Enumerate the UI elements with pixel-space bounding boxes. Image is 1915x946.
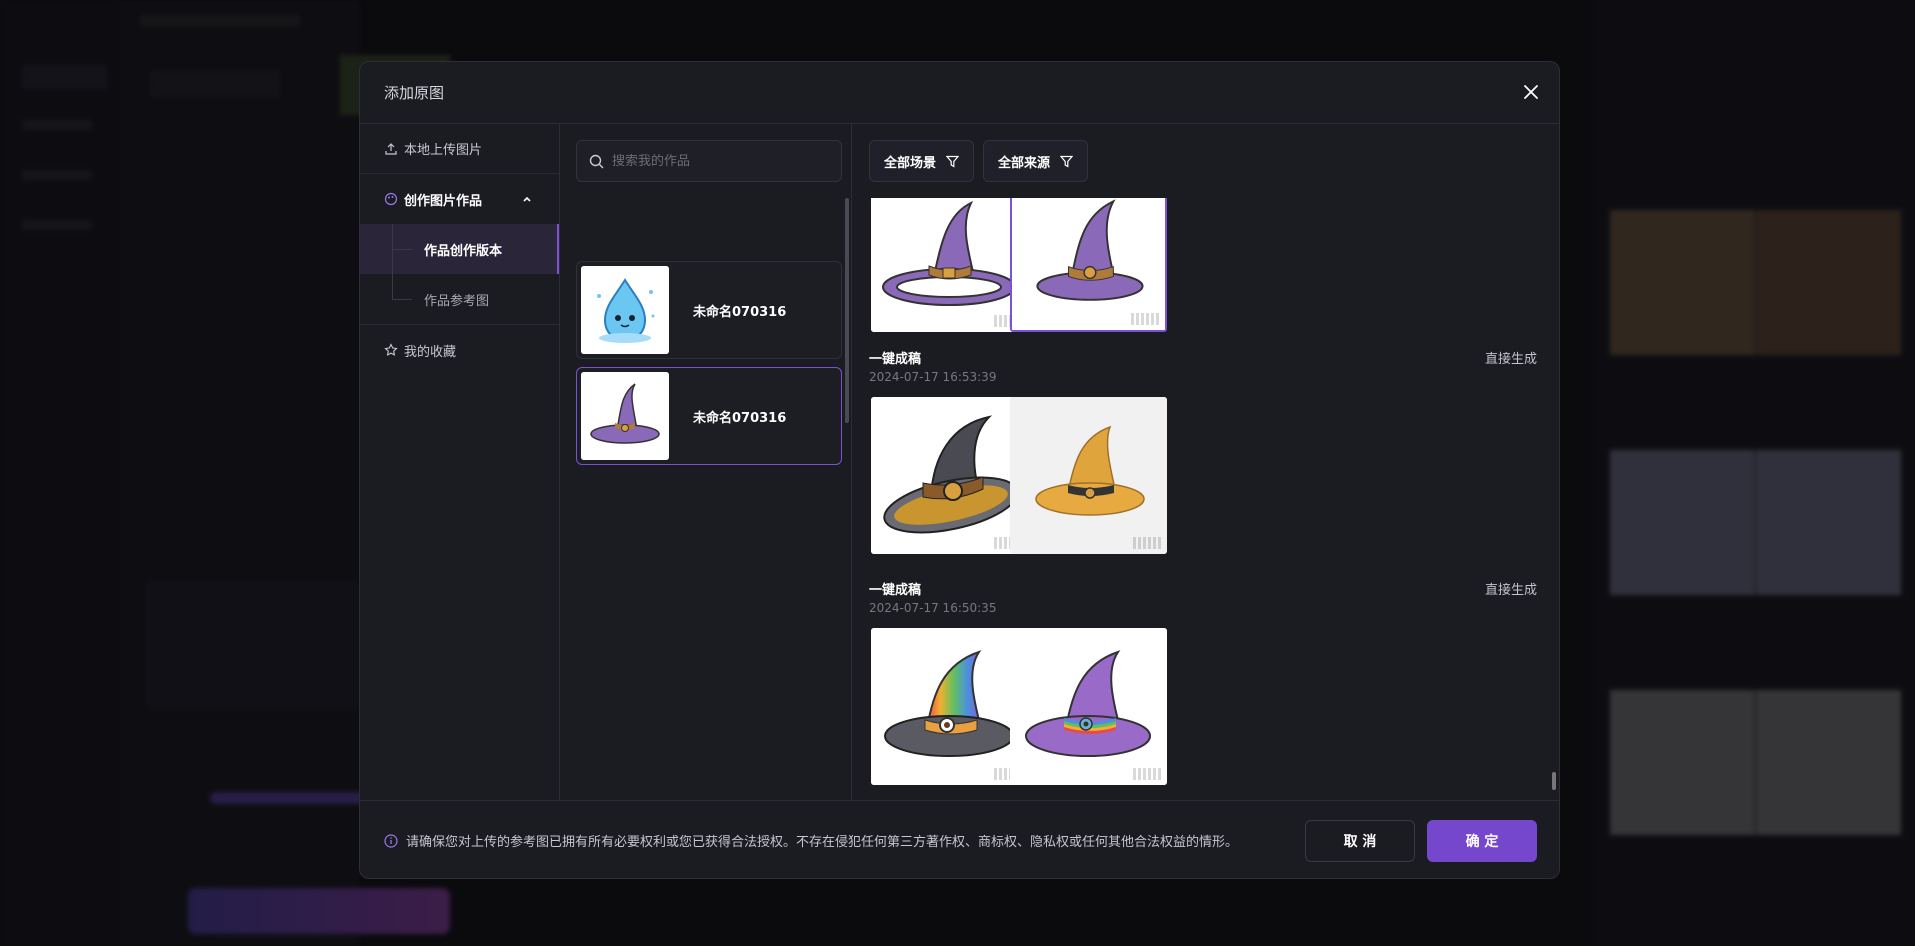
generated-image[interactable] (1010, 397, 1167, 554)
submenu-work-versions[interactable]: 作品创作版本 (360, 224, 559, 274)
filter-icon (946, 155, 960, 168)
chevron-up-icon[interactable] (522, 194, 532, 204)
submenu-work-references-label: 作品参考图 (424, 293, 490, 309)
menu-favorites[interactable]: 我的收藏 (360, 325, 559, 375)
star-icon (384, 343, 398, 356)
group-date: 2024-07-17 16:53:39 (869, 370, 997, 384)
works-scrollbar[interactable] (845, 198, 849, 423)
submenu-work-references[interactable]: 作品参考图 (360, 274, 559, 324)
generated-image[interactable] (871, 198, 1028, 332)
info-icon (384, 833, 398, 848)
work-name: 未命名070316 (693, 410, 787, 426)
group-title: 一键成稿 (869, 352, 922, 367)
generated-image[interactable] (871, 397, 1028, 554)
submenu-work-versions-label: 作品创作版本 (424, 243, 503, 259)
work-card-selected[interactable]: 未命名070316 (576, 367, 842, 465)
upload-icon (385, 142, 397, 155)
confirm-button[interactable]: 确 定 (1427, 820, 1537, 862)
search-box[interactable] (576, 140, 842, 182)
search-icon (589, 154, 604, 168)
group-title: 一键成稿 (869, 583, 922, 598)
work-thumbnail (581, 266, 669, 354)
group-date: 2024-07-17 16:50:35 (869, 601, 997, 615)
add-image-dialog: 添加原图 本地上传图片 创作图片作品 作品创作版本 作品参考图 我的收藏 搜索我… (359, 61, 1560, 879)
generated-image-selected[interactable] (1010, 198, 1167, 332)
menu-favorites-label: 我的收藏 (404, 344, 457, 360)
work-name: 未命名070316 (693, 304, 787, 320)
menu-local-upload-label: 本地上传图片 (404, 143, 483, 158)
filter-scene-label: 全部场景 (884, 155, 937, 171)
menu-creative-works-label: 创作图片作品 (404, 193, 483, 209)
work-thumbnail (581, 372, 669, 460)
source-menu: 本地上传图片 创作图片作品 作品创作版本 作品参考图 我的收藏 (360, 124, 560, 800)
cancel-button[interactable]: 取 消 (1305, 820, 1415, 862)
generated-image[interactable] (1010, 628, 1167, 785)
dialog-header: 添加原图 (360, 62, 1559, 124)
dialog-footer: 请确保您对上传的参考图已拥有所有必要权利或您已获得合法授权。不存在侵犯任何第三方… (360, 800, 1559, 878)
filter-icon (1060, 155, 1074, 168)
menu-creative-works[interactable]: 创作图片作品 (360, 174, 559, 224)
dialog-title: 添加原图 (384, 84, 445, 102)
versions-panel: 全部场景 全部来源 一键成稿 直接生成 2024-07-17 16:53:39 … (852, 124, 1559, 800)
direct-generate-link[interactable]: 直接生成 (1485, 579, 1537, 598)
palette-icon (384, 192, 398, 206)
versions-scrollbar[interactable] (1552, 772, 1556, 790)
close-icon[interactable] (1521, 82, 1541, 102)
versions-scroll-area: 一键成稿 直接生成 2024-07-17 16:53:39 一键成稿 直接生成 … (852, 198, 1559, 800)
menu-local-upload[interactable]: 本地上传图片 (360, 124, 559, 174)
work-card[interactable]: 未命名070316 (576, 261, 842, 359)
search-input[interactable] (612, 153, 832, 169)
works-panel: 未命名070316 未命名070316 (560, 124, 852, 800)
direct-generate-link[interactable]: 直接生成 (1485, 348, 1537, 367)
filter-scene-button[interactable]: 全部场景 (869, 140, 975, 182)
copyright-notice: 请确保您对上传的参考图已拥有所有必要权利或您已获得合法授权。不存在侵犯任何第三方… (406, 835, 1239, 850)
filter-source-button[interactable]: 全部来源 (983, 140, 1089, 182)
filter-source-label: 全部来源 (998, 155, 1051, 171)
generated-image[interactable] (871, 628, 1028, 785)
